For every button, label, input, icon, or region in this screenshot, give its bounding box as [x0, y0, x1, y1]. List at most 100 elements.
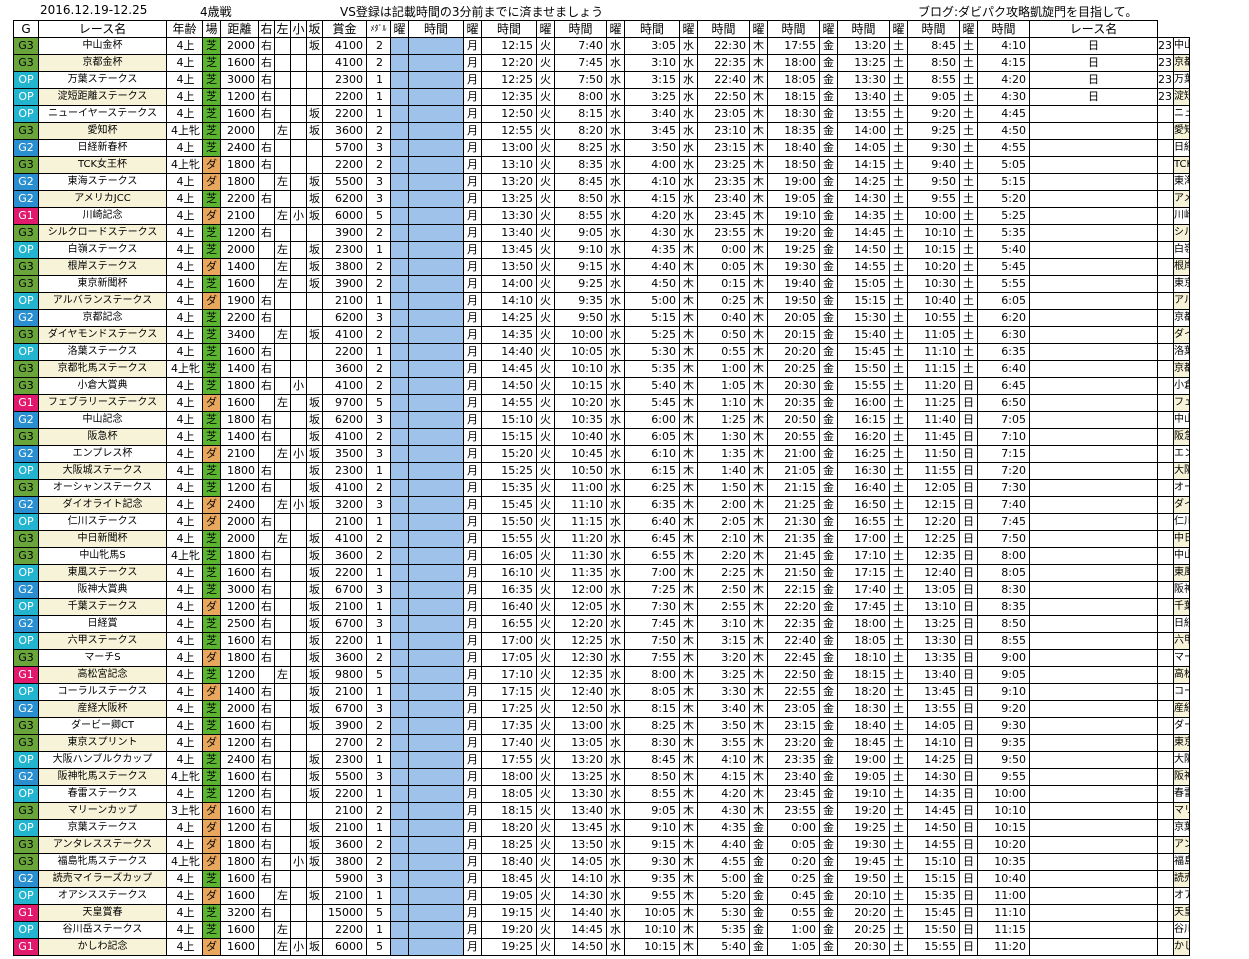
day-cell: 火: [536, 377, 555, 395]
day-cell: 水: [606, 615, 625, 633]
time-cell: 10:05: [554, 343, 607, 361]
time-cell: 8:35: [554, 156, 607, 174]
grade-cell: OP: [13, 751, 39, 769]
prize-cell: 2100: [322, 598, 367, 616]
time-cell: 6:10: [624, 445, 680, 463]
column-header: 右: [258, 20, 275, 38]
race-row: OP オアシスステークス 4上ダ 1600 左坂 2100 1 月 19:05 火 14:30 水 9:…: [13, 887, 1190, 905]
day-cell: [390, 275, 409, 293]
small-cell: [290, 241, 307, 259]
day-cell: 木: [749, 513, 768, 531]
time-cell: 9:05: [624, 802, 680, 820]
time-cell: 8:50: [907, 54, 960, 72]
medal-cell: 3: [366, 581, 391, 599]
slope-cell: 坂: [306, 938, 323, 956]
race-name-repeat-cell: 大阪城ステークス: [1173, 462, 1190, 480]
distance-cell: 3400: [220, 326, 259, 344]
small-cell: 小: [290, 377, 307, 395]
day-cell: [390, 632, 409, 650]
time-cell: 23:45: [1157, 71, 1174, 89]
time-cell: 17:00: [837, 530, 890, 548]
race-row: G2 ダイオライト記念 4上ダ 2400 左小坂 3200 3 月 15:45 火 11:10 水 6:…: [13, 496, 1190, 514]
day-cell: [390, 768, 409, 786]
day-cell: 水: [606, 156, 625, 174]
grade-cell: OP: [13, 598, 39, 616]
race-name-cell: 東海ステークス: [38, 173, 167, 191]
time-cell: [1157, 190, 1174, 208]
day-cell: 土: [889, 802, 908, 820]
time-cell: [408, 836, 464, 854]
slope-cell: 坂: [306, 751, 323, 769]
time-cell: 11:50: [907, 445, 960, 463]
time-cell: 3:50: [697, 717, 750, 735]
time-cell: 4:40: [697, 836, 750, 854]
notice-text: VS登録は記載時間の3分前までに済ませましょう: [340, 5, 604, 19]
time-cell: [408, 190, 464, 208]
day-cell: 日: [959, 853, 978, 871]
slope-cell: 坂: [306, 853, 323, 871]
time-cell: 14:05: [837, 139, 890, 157]
slope-cell: [306, 309, 323, 327]
time-cell: 8:00: [624, 666, 680, 684]
day-cell: 金: [819, 887, 838, 905]
distance-cell: 2000: [220, 530, 259, 548]
time-cell: [408, 224, 464, 242]
race-name-cell: かしわ記念: [38, 938, 167, 956]
day-cell: 水: [606, 819, 625, 837]
slope-cell: 坂: [306, 37, 323, 55]
day-cell: 月: [463, 819, 482, 837]
time-cell: 3:40: [697, 700, 750, 718]
distance-cell: 1400: [220, 683, 259, 701]
time-cell: 14:35: [837, 207, 890, 225]
race-name-cell: 東風ステークス: [38, 564, 167, 582]
left-cell: [274, 139, 291, 157]
race-name-repeat-cell: 大阪ハンブルクカップ: [1173, 751, 1190, 769]
day-cell: 土: [959, 207, 978, 225]
day-cell: 土: [889, 887, 908, 905]
time-cell: 13:25: [907, 615, 960, 633]
medal-cell: 1: [366, 292, 391, 310]
time-cell: 5:35: [977, 224, 1030, 242]
time-cell: 8:45: [624, 751, 680, 769]
day-cell: 木: [749, 122, 768, 140]
race-name-repeat-cell: アルバランステークス: [1173, 292, 1190, 310]
grade-cell: G3: [13, 530, 39, 548]
day-cell: 土: [889, 836, 908, 854]
day-cell: 土: [889, 768, 908, 786]
day-cell: 日: [959, 377, 978, 395]
race-name-repeat-cell: オアシスステークス: [1173, 887, 1190, 905]
day-cell: 水: [679, 105, 698, 123]
small-cell: [290, 802, 307, 820]
surface-cell: 芝: [202, 343, 221, 361]
day-cell: 土: [889, 547, 908, 565]
race-name-cell: 小倉大賞典: [38, 377, 167, 395]
blog-text: ブログ:ダビパク攻略凱旋門を目指して。: [918, 5, 1138, 19]
day-cell: [1029, 802, 1158, 820]
grade-cell: OP: [13, 292, 39, 310]
day-cell: 水: [606, 360, 625, 378]
time-cell: 18:40: [767, 139, 820, 157]
medal-cell: 3: [366, 190, 391, 208]
day-cell: 土: [959, 173, 978, 191]
time-cell: 23:40: [1157, 54, 1174, 72]
grade-cell: G3: [13, 734, 39, 752]
surface-cell: ダ: [202, 156, 221, 174]
day-cell: 日: [959, 938, 978, 956]
time-cell: 17:55: [481, 751, 537, 769]
time-cell: 0:05: [697, 258, 750, 276]
time-cell: 4:15: [977, 54, 1030, 72]
age-cell: 4上: [166, 309, 203, 327]
day-cell: [1029, 853, 1158, 871]
age-cell: 4上牝: [166, 122, 203, 140]
race-name-cell: 京都記念: [38, 309, 167, 327]
time-cell: 4:20: [697, 785, 750, 803]
distance-cell: 1400: [220, 258, 259, 276]
medal-cell: 3: [366, 173, 391, 191]
time-cell: 10:45: [554, 445, 607, 463]
column-header: 曜: [536, 20, 555, 38]
day-cell: 木: [749, 666, 768, 684]
prize-cell: 2300: [322, 462, 367, 480]
slope-cell: 坂: [306, 700, 323, 718]
day-cell: 日: [959, 632, 978, 650]
day-cell: [390, 819, 409, 837]
